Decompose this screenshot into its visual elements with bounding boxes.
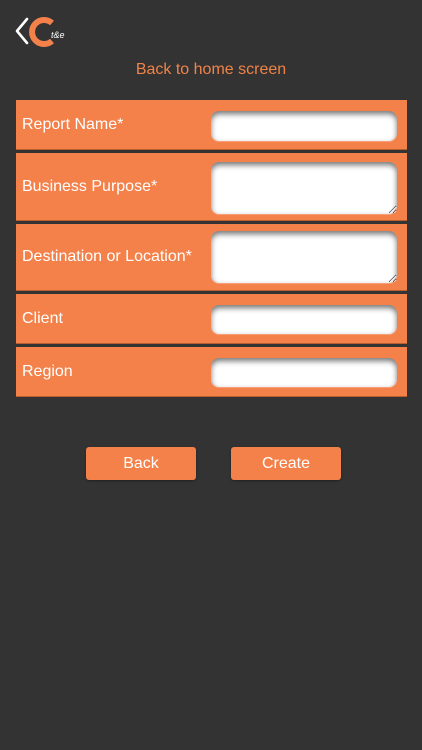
create-button[interactable]: Create	[231, 447, 341, 480]
back-to-home-link[interactable]: Back to home screen	[0, 61, 422, 79]
form-row-region: Region	[16, 347, 407, 397]
business-purpose-input[interactable]	[211, 162, 397, 214]
app-logo: t&e	[14, 14, 70, 54]
form-row-destination: Destination or Location*	[16, 224, 407, 291]
business-purpose-label: Business Purpose*	[22, 177, 158, 195]
client-input[interactable]	[211, 305, 397, 334]
logo-mark: t&e	[15, 17, 65, 47]
client-label: Client	[22, 309, 63, 327]
destination-label: Destination or Location*	[22, 248, 192, 265]
back-button[interactable]: Back	[86, 447, 196, 480]
report-name-label: Report Name*	[22, 115, 124, 133]
logo-text: t&e	[51, 30, 65, 40]
region-label: Region	[22, 362, 73, 380]
form-row-client: Client	[16, 294, 407, 344]
form-row-business-purpose: Business Purpose*	[16, 153, 407, 221]
region-input[interactable]	[211, 358, 397, 387]
form-row-report-name: Report Name*	[16, 100, 407, 150]
report-name-input[interactable]	[211, 111, 397, 141]
destination-input[interactable]	[211, 231, 397, 283]
report-form: Report Name* Business Purpose* Destinati…	[16, 100, 407, 400]
